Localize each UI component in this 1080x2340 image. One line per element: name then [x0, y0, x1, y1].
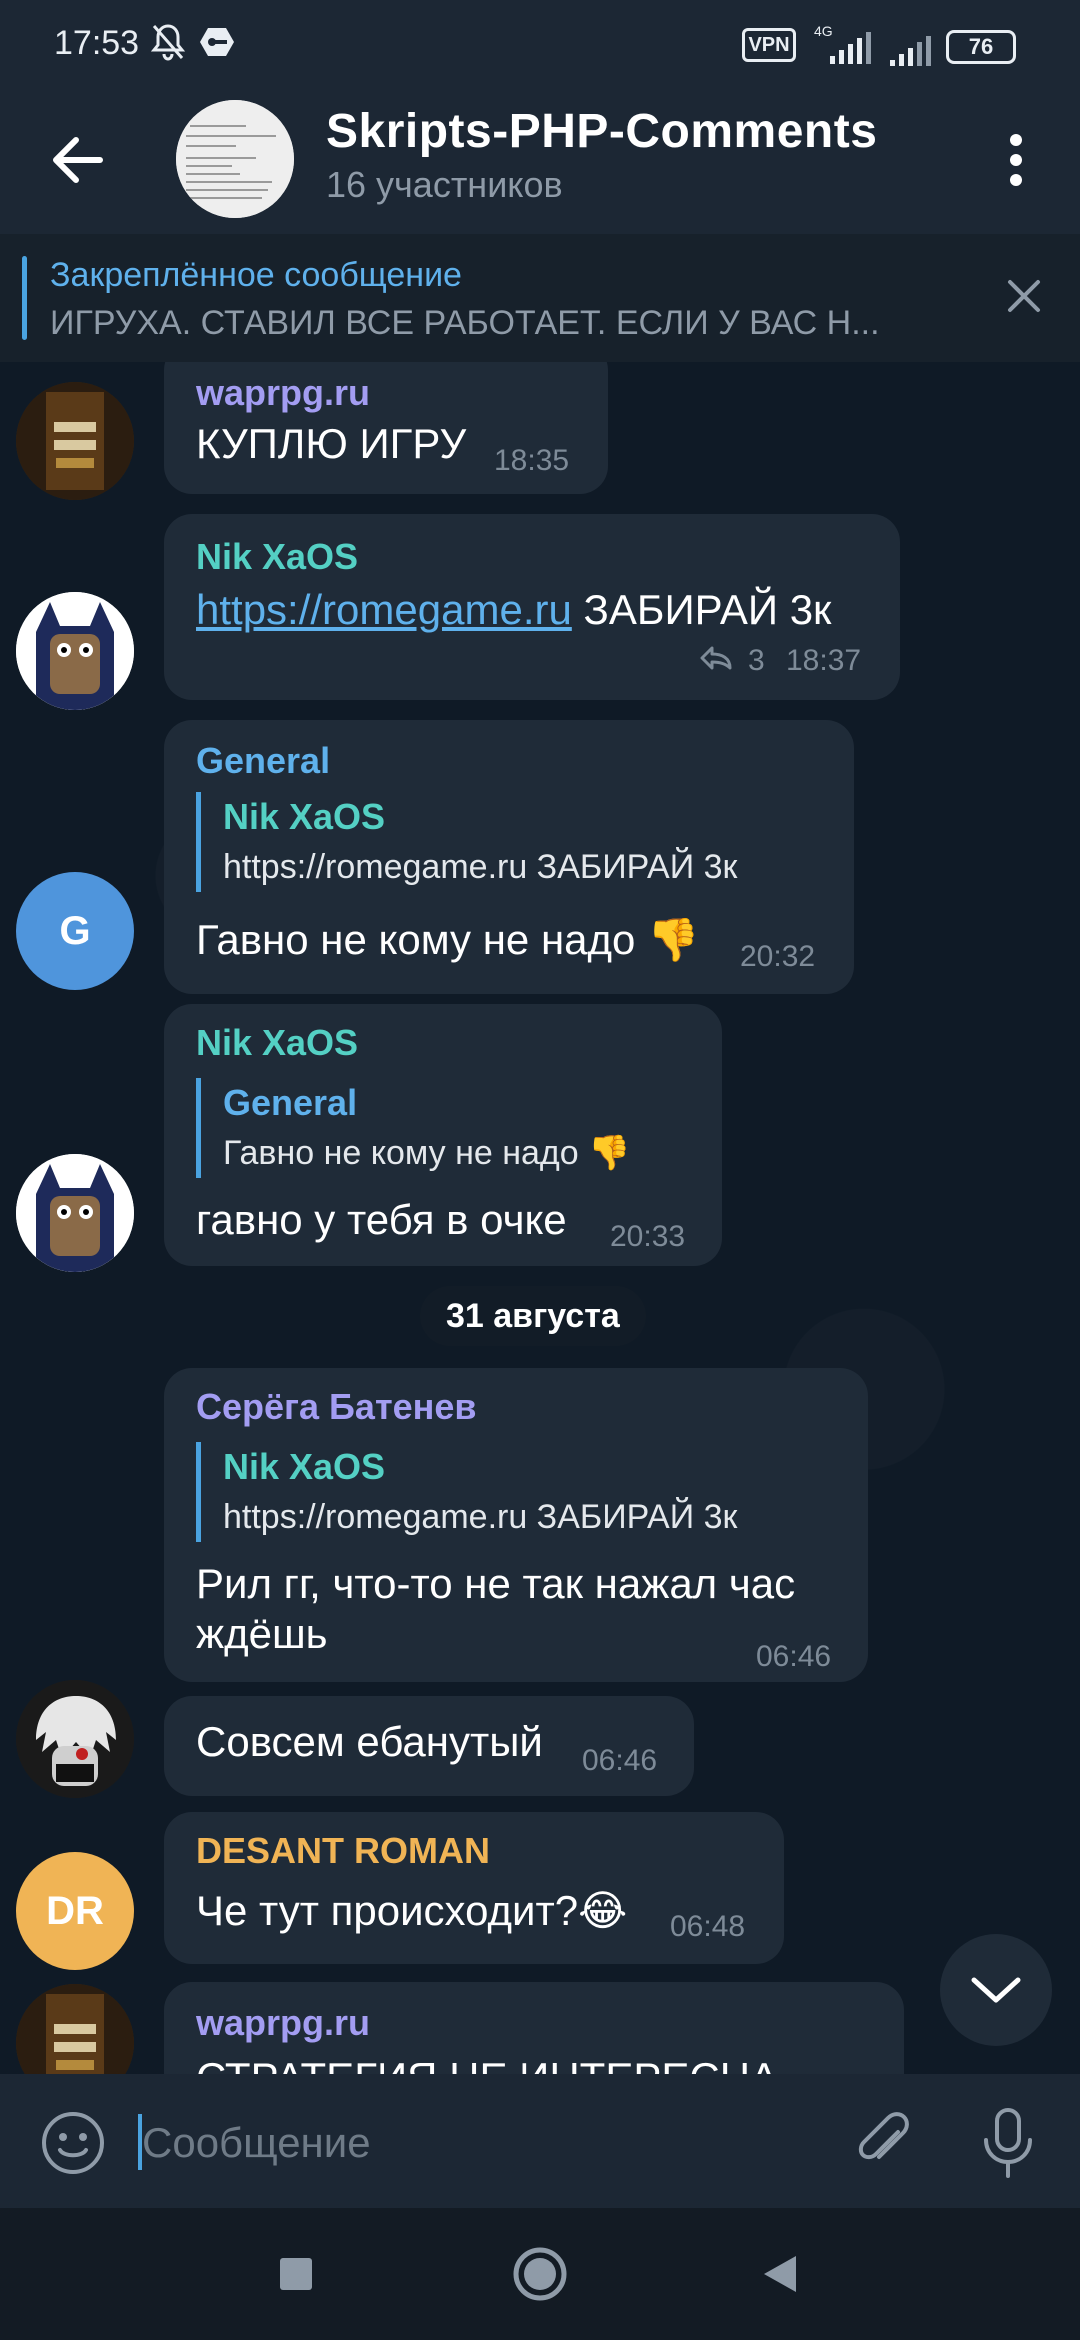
- message-text: Че тут происходит?😂: [196, 1887, 628, 1934]
- message-sender[interactable]: Nik XaOS: [196, 1022, 358, 1064]
- avatar-nik-xaos[interactable]: [16, 1154, 134, 1272]
- message-text-line1: Рил гг, что-то не так нажал час: [196, 1560, 796, 1607]
- status-bar: 17:53 VPN 4G 76: [0, 0, 1080, 86]
- message-text: Совсем ебанутый: [196, 1718, 543, 1765]
- recent-apps-icon[interactable]: [278, 2256, 314, 2297]
- message-bubble[interactable]: Серёга Батенев Nik XaOS https://romegame…: [164, 1368, 868, 1682]
- chat-subtitle: 16 участников: [326, 164, 563, 205]
- avatar-nik-xaos[interactable]: [16, 592, 134, 710]
- message-bubble[interactable]: DESANT ROMAN Че тут происходит?😂 06:48: [164, 1812, 784, 1964]
- message-time: 06:48: [670, 1910, 746, 1943]
- reply-quote[interactable]: Nik XaOS https://romegame.ru ЗАБИРАЙ 3к: [196, 792, 737, 892]
- scroll-to-bottom-button[interactable]: [940, 1934, 1052, 2046]
- pinned-accent-bar: [22, 256, 27, 340]
- more-menu-button[interactable]: [994, 122, 1038, 198]
- message-bubble[interactable]: waprpg.ru КУПЛЮ ИГРУ 18:35: [164, 362, 608, 494]
- emoji-icon[interactable]: [40, 2110, 106, 2176]
- message-bubble[interactable]: Nik XaOS General Гавно не кому не надо 👎…: [164, 1004, 722, 1266]
- date-separator: 31 августа: [420, 1286, 646, 1346]
- status-time: 17:53: [54, 24, 140, 62]
- chat-title[interactable]: Skripts-PHP-Comments: [326, 104, 877, 159]
- mute-bell-icon: [150, 22, 186, 67]
- reply-text: https://romegame.ru ЗАБИРАЙ 3к: [223, 1498, 738, 1536]
- message-text-line2: ждёшь: [196, 1610, 328, 1657]
- message-text: КУПЛЮ ИГРУ: [196, 420, 467, 467]
- message-bubble[interactable]: waprpg.ru СТРАТЕГИЯ НЕ ИНТЕРЕСНА: [164, 1982, 904, 2074]
- message-text: гавно у тебя в очке: [196, 1196, 567, 1243]
- group-avatar[interactable]: [176, 100, 294, 218]
- attach-icon[interactable]: [852, 2110, 918, 2176]
- svg-text:4G: 4G: [814, 23, 833, 39]
- reply-name: Nik XaOS: [223, 796, 386, 837]
- system-navigation-bar: [0, 2208, 1080, 2340]
- vpn-key-icon: [198, 26, 236, 63]
- reply-text: https://romegame.ru ЗАБИРАЙ 3к: [223, 848, 738, 886]
- avatar-desant-roman[interactable]: DR: [16, 1852, 134, 1970]
- message-sender[interactable]: waprpg.ru: [196, 372, 370, 414]
- back-button[interactable]: [40, 122, 116, 198]
- message-time: 20:33: [610, 1220, 686, 1253]
- back-nav-icon[interactable]: [760, 2252, 800, 2301]
- message-time: 18:35: [494, 444, 570, 477]
- message-bubble[interactable]: Совсем ебанутый 06:46: [164, 1696, 694, 1796]
- message-input[interactable]: [140, 2114, 794, 2172]
- message-time: 06:46: [756, 1640, 832, 1673]
- message-bubble[interactable]: Nik XaOS https://romegame.ru ЗАБИРАЙ 3к …: [164, 514, 900, 700]
- message-link[interactable]: https://romegame.ru: [196, 586, 572, 633]
- reply-text: Гавно не кому не надо 👎: [223, 1134, 631, 1172]
- message-time: 06:46: [582, 1744, 658, 1777]
- reply-quote[interactable]: Nik XaOS https://romegame.ru ЗАБИРАЙ 3к: [196, 1442, 737, 1542]
- message-text-rest: ЗАБИРАЙ 3к: [571, 586, 832, 633]
- pinned-title: Закреплённое сообщение: [50, 256, 462, 294]
- message-sender[interactable]: waprpg.ru: [196, 2002, 370, 2044]
- vpn-badge: VPN: [742, 28, 796, 62]
- avatar-general[interactable]: G: [16, 872, 134, 990]
- message-time: 20:32: [740, 940, 816, 973]
- avatar-sergey[interactable]: [16, 1680, 134, 1798]
- home-icon[interactable]: [512, 2246, 568, 2307]
- reply-arrow-icon: [700, 644, 734, 677]
- message-time: 18:37: [786, 644, 862, 677]
- message-text: Гавно не кому не надо 👎: [196, 916, 700, 963]
- reply-quote[interactable]: General Гавно не кому не надо 👎: [196, 1078, 630, 1178]
- microphone-icon[interactable]: [980, 2106, 1036, 2180]
- message-text: https://romegame.ru ЗАБИРАЙ 3к: [196, 586, 831, 634]
- message-sender[interactable]: DESANT ROMAN: [196, 1830, 490, 1872]
- reply-count[interactable]: 3: [748, 644, 765, 678]
- message-sender[interactable]: Nik XaOS: [196, 536, 358, 578]
- message-list[interactable]: waprpg.ru КУПЛЮ ИГРУ 18:35 Nik XaOS http…: [0, 362, 1080, 2074]
- reply-name: Nik XaOS: [223, 1446, 386, 1487]
- close-pinned-button[interactable]: [1004, 276, 1044, 316]
- signal-icon: [888, 32, 936, 73]
- avatar-waprpg[interactable]: [16, 1984, 134, 2074]
- message-sender[interactable]: Серёга Батенев: [196, 1386, 477, 1428]
- signal-4g-icon: 4G: [810, 22, 874, 71]
- pinned-text: ИГРУХА. СТАВИЛ ВСЕ РАБОТАЕТ. ЕСЛИ У ВАС …: [50, 304, 880, 342]
- message-input-bar: [0, 2074, 1080, 2208]
- pinned-message[interactable]: Закреплённое сообщение ИГРУХА. СТАВИЛ ВС…: [0, 234, 1080, 362]
- message-sender[interactable]: General: [196, 740, 330, 782]
- message-text: СТРАТЕГИЯ НЕ ИНТЕРЕСНА: [196, 2054, 778, 2074]
- chat-header: Skripts-PHP-Comments 16 участников: [0, 86, 1080, 234]
- message-bubble[interactable]: General Nik XaOS https://romegame.ru ЗАБ…: [164, 720, 854, 994]
- battery-icon: 76: [946, 30, 1016, 64]
- avatar-waprpg[interactable]: [16, 382, 134, 500]
- reply-name: General: [223, 1082, 358, 1123]
